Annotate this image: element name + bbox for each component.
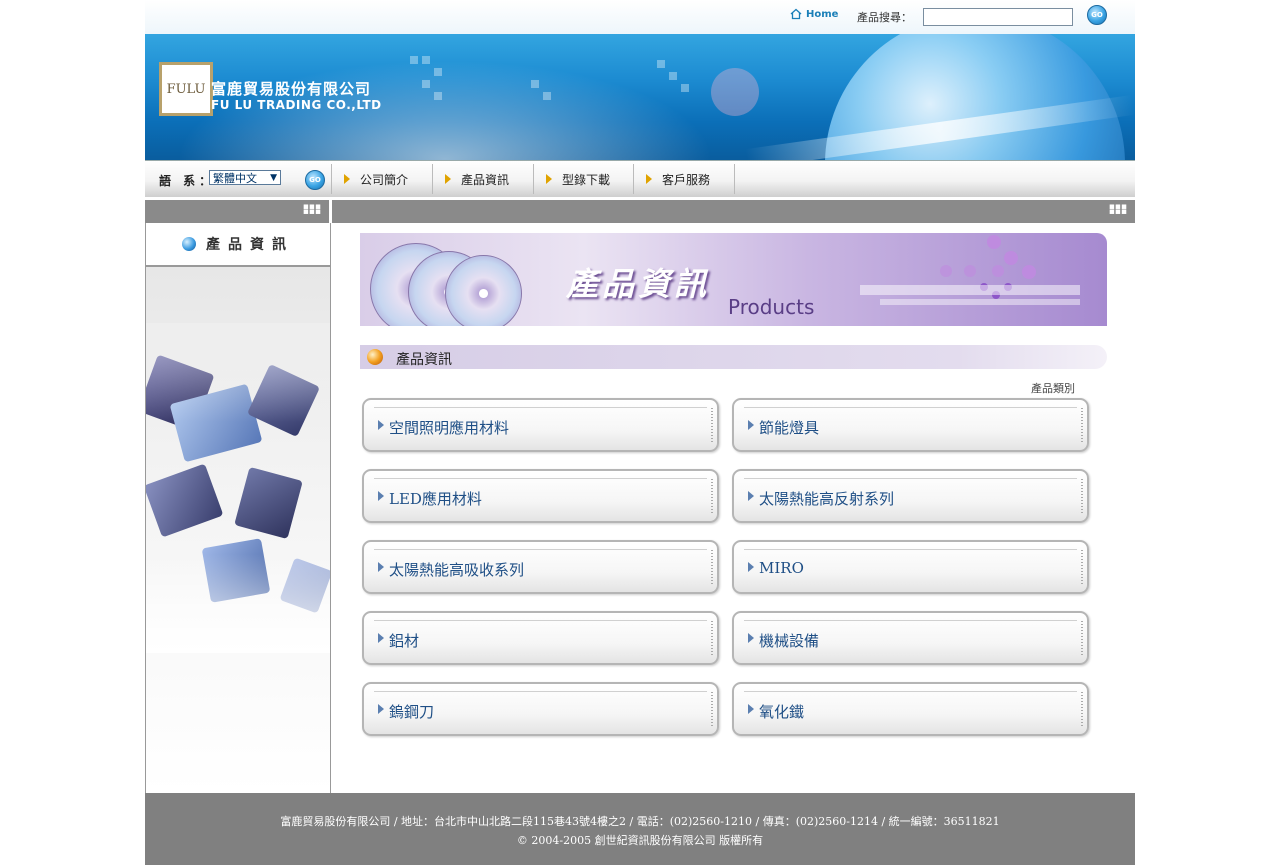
nav-item-label: 客戶服務 [662,172,711,187]
arrow-right-icon [378,704,384,714]
dots-icon: ▪▪▪ ▪▪▪ [302,202,321,217]
category-card[interactable]: MIRO [732,540,1089,594]
nav-item-label: 產品資訊 [461,172,510,187]
nav-item-about[interactable]: 公司簡介 [331,164,432,194]
products-banner-title-en: Products [728,295,815,319]
search-go-button[interactable]: GO [1087,5,1107,25]
disc-image [445,255,522,326]
sidebar-title-text: 產品資訊 [206,237,294,253]
category-card[interactable]: 節能燈具 [732,398,1089,452]
category-link[interactable]: 產品類別 [1031,380,1075,396]
category-card[interactable]: 鋁材 [362,611,719,665]
main-nav: 語 系： 繁體中文 ▼ GO 公司簡介 產品資訊 型錄下載 客戶服務 [145,160,1135,197]
category-label: 太陽熱能高吸收系列 [389,561,525,579]
arrow-right-icon [344,174,350,184]
products-banner-title-cn: 產品資訊 [566,265,711,303]
nav-item-label: 型錄下載 [562,172,611,187]
arrow-right-icon [546,174,552,184]
page: Home 產品搜尋： GO FULU 富鹿貿易股份有限公司 FU LU TRAD… [145,0,1135,865]
arrow-right-icon [748,633,754,643]
footer: 富鹿貿易股份有限公司 / 地址：台北市中山北路二段115巷43號4樓之2 / 電… [145,793,1135,865]
products-banner: 產品資訊 Products [360,233,1107,326]
main-header-strip: ▪▪▪ ▪▪▪ [332,200,1135,223]
language-select[interactable]: 繁體中文 ▼ [209,170,281,185]
arrow-right-icon [445,174,451,184]
category-label: 太陽熱能高反射系列 [759,490,895,508]
nav-item-products[interactable]: 產品資訊 [432,164,533,194]
sidebar-title: 產品資訊 [146,223,330,267]
orange-bullet-icon [367,349,383,365]
category-card[interactable]: 空間照明應用材料 [362,398,719,452]
arrow-right-icon [748,420,754,430]
category-label: 鋁材 [389,632,420,650]
nav-item-label: 公司簡介 [360,172,409,187]
arrow-right-icon [748,491,754,501]
company-name-en: FU LU TRADING CO.,LTD [211,98,382,112]
category-label: MIRO [759,559,804,577]
category-card[interactable]: 鎢鋼刀 [362,682,719,736]
category-label: LED應用材料 [389,490,482,508]
home-link[interactable]: Home [790,8,838,20]
sidebar-header-strip: ▪▪▪ ▪▪▪ [145,200,329,223]
language-label: 語 系： [159,174,216,188]
chevron-down-icon: ▼ [270,172,277,183]
category-card[interactable]: 太陽熱能高反射系列 [732,469,1089,523]
dots-icon: ▪▪▪ ▪▪▪ [1108,202,1127,217]
language-go-button[interactable]: GO [305,170,325,190]
arrow-right-icon [646,174,652,184]
category-label: 機械設備 [759,632,820,650]
main-content: 產品資訊 Products 產品資訊 產品類別 空間照明應用材料 節能燈具 LED應… [331,223,1135,793]
sidebar: 產品資訊 [145,223,331,793]
home-icon [790,8,802,20]
arrow-right-icon [748,562,754,572]
top-bar: Home 產品搜尋： GO [145,0,1135,34]
section-header: 產品資訊 [360,345,1107,369]
company-logo: FULU [159,62,213,116]
arrow-right-icon [748,704,754,714]
category-card[interactable]: 氧化鐵 [732,682,1089,736]
language-selected: 繁體中文 [213,171,257,185]
arrow-right-icon [378,633,384,643]
header-banner: FULU 富鹿貿易股份有限公司 FU LU TRADING CO.,LTD [145,34,1135,160]
category-label: 空間照明應用材料 [389,419,510,437]
category-card[interactable]: 太陽熱能高吸收系列 [362,540,719,594]
search-input[interactable] [923,8,1073,26]
nav-item-catalog[interactable]: 型錄下載 [533,164,634,194]
arrow-right-icon [378,562,384,572]
category-card[interactable]: 機械設備 [732,611,1089,665]
category-label: 節能燈具 [759,419,820,437]
arrow-right-icon [378,420,384,430]
nav-item-service[interactable]: 客戶服務 [633,164,735,194]
category-card[interactable]: LED應用材料 [362,469,719,523]
company-name-cn: 富鹿貿易股份有限公司 [211,80,372,98]
section-title: 產品資訊 [396,352,452,368]
home-label: Home [806,8,839,20]
footer-copyright: © 2004-2005 創世紀資訊股份有限公司 版權所有 [516,834,764,847]
category-label: 鎢鋼刀 [389,703,435,721]
category-label: 氧化鐵 [759,703,805,721]
footer-contact: 富鹿貿易股份有限公司 / 地址：台北市中山北路二段115巷43號4樓之2 / 電… [280,815,1000,828]
search-label: 產品搜尋： [857,11,912,24]
bullet-icon [182,237,196,251]
arrow-right-icon [378,491,384,501]
